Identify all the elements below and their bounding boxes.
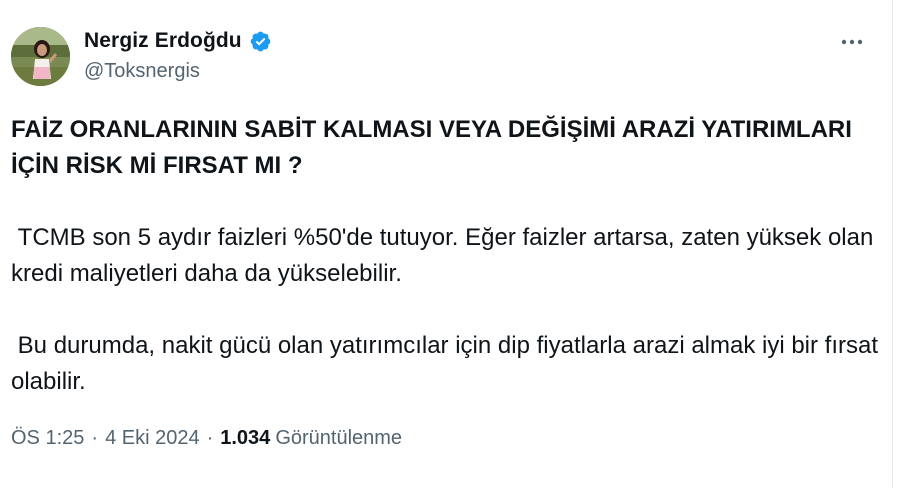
- tweet-meta: ÖS 1:25 · 4 Eki 2024 · 1.034 Görüntülenm…: [11, 424, 402, 452]
- more-options-button[interactable]: [836, 28, 868, 56]
- views-label: Görüntülenme: [275, 426, 403, 449]
- tweet-paragraph-2: Bu durumda, nakit gücü olan yatırımcılar…: [11, 332, 885, 395]
- tweet-paragraph-1: TCMB son 5 aydır faizleri %50'de tutuyor…: [11, 224, 880, 287]
- verified-badge-icon: [250, 31, 271, 51]
- author-handle[interactable]: @Toksnergis: [84, 60, 200, 83]
- timeline-border: [892, 0, 893, 488]
- tweet-text: FAİZ ORANLARININ SABİT KALMASI VEYA DEĞİ…: [11, 112, 881, 400]
- tweet-title: FAİZ ORANLARININ SABİT KALMASI VEYA DEĞİ…: [11, 116, 859, 179]
- more-options-icon: [841, 39, 863, 45]
- author-name-row: Nergiz Erdoğdu: [84, 27, 272, 55]
- avatar[interactable]: [11, 27, 70, 86]
- tweet-time[interactable]: ÖS 1:25: [11, 427, 84, 450]
- tweet-date[interactable]: 4 Eki 2024: [105, 427, 200, 450]
- meta-separator: ·: [91, 426, 99, 449]
- meta-separator: ·: [206, 426, 214, 449]
- author-display-name[interactable]: Nergiz Erdoğdu: [84, 29, 242, 53]
- views-count: 1.034: [220, 426, 271, 449]
